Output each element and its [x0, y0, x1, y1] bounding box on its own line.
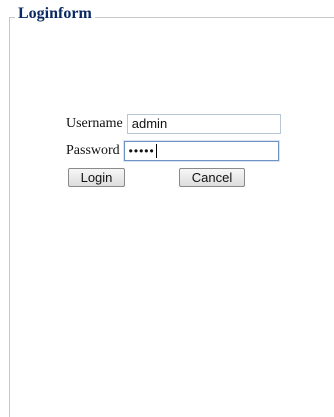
login-form-title: Loginform [15, 4, 95, 24]
login-button[interactable]: Login [68, 168, 125, 187]
text-caret [155, 143, 157, 158]
login-form-fieldset [9, 17, 334, 417]
cancel-button[interactable]: Cancel [179, 168, 245, 187]
password-mask: ••••• [128, 143, 155, 158]
button-row: Login Cancel [68, 168, 245, 187]
password-label: Password [66, 143, 120, 158]
password-row: Password ••••• [66, 141, 279, 161]
username-label: Username [66, 116, 123, 131]
username-input[interactable]: admin [126, 114, 281, 134]
username-row: Username admin [66, 114, 281, 134]
username-value: admin [131, 116, 168, 131]
password-input[interactable]: ••••• [123, 141, 279, 161]
